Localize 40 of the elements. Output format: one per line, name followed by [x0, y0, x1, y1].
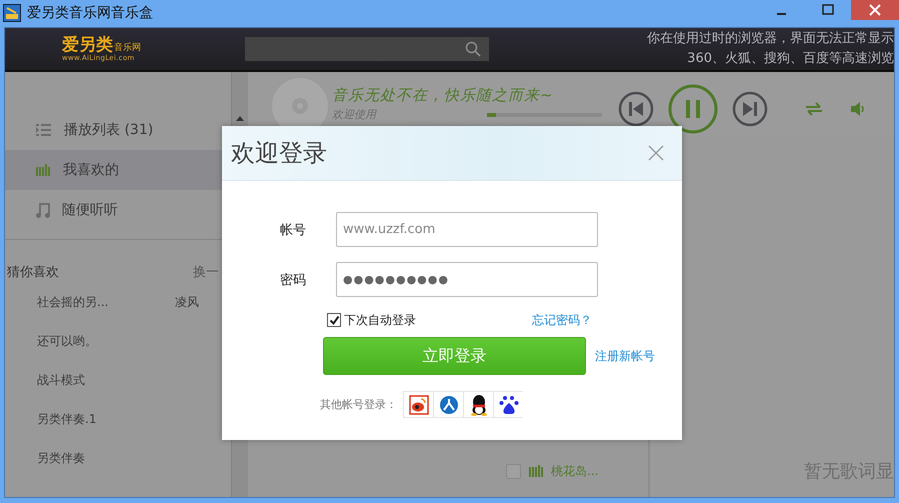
scroll-up-icon[interactable] [236, 116, 244, 121]
section-title: 猜你喜欢 [7, 264, 59, 281]
forgot-password-link[interactable]: 忘记密码？ [532, 312, 592, 328]
equalizer-icon [36, 164, 51, 176]
song-title[interactable]: 战斗模式 [37, 372, 175, 389]
song-title[interactable]: 另类伴奏.1 [37, 411, 175, 428]
field-label: 帐号 [280, 222, 307, 238]
next-button[interactable] [732, 91, 768, 127]
password-field[interactable]: ●●●●●●●●●● [336, 262, 598, 297]
pause-button[interactable] [668, 84, 718, 134]
row-checkbox[interactable] [506, 464, 521, 478]
maximize-icon[interactable] [822, 4, 834, 16]
previous-button[interactable] [618, 91, 654, 127]
close-icon[interactable] [869, 4, 881, 16]
other-login-label: 其他帐号登录： [320, 397, 397, 412]
close-button[interactable] [851, 0, 899, 20]
remember-label[interactable]: 下次自动登录 [344, 312, 416, 328]
browser-notice: 360、火狐、搜狗、百度等高速浏览 [687, 50, 894, 68]
refresh-link[interactable]: 换一 [193, 263, 219, 281]
register-link[interactable]: 注册新帐号 [595, 348, 655, 364]
sidebar-item[interactable]: 随便听听 [5, 190, 231, 230]
app-icon [3, 4, 21, 22]
search-field[interactable] [245, 37, 489, 61]
music-note-icon [36, 202, 50, 218]
browser-notice: 你在使用过时的浏览器，界面无法正常显示 [647, 30, 894, 48]
song-title[interactable]: 还可以哟。 [37, 333, 175, 350]
remember-checkbox[interactable] [327, 313, 341, 327]
song-artist: 凌风 [175, 294, 199, 311]
login-button[interactable]: 立即登录 [323, 337, 586, 375]
sidebar-item[interactable]: 播放列表 (31) [5, 110, 231, 150]
song-title[interactable]: 社会摇的另... [37, 294, 175, 311]
list-icon [36, 124, 52, 136]
account-field[interactable]: www.uzzf.com [336, 212, 598, 247]
dialog-title: 欢迎登录 [231, 138, 327, 169]
song-title[interactable]: 另类伴奏 [37, 450, 175, 467]
search-icon[interactable] [465, 41, 481, 57]
window-title: 爱另类音乐网音乐盒 [27, 4, 153, 22]
field-label: 密码 [280, 272, 307, 288]
slogan-text: 音乐无处不在，快乐随之而来~ [332, 86, 555, 105]
close-button[interactable] [646, 143, 666, 163]
